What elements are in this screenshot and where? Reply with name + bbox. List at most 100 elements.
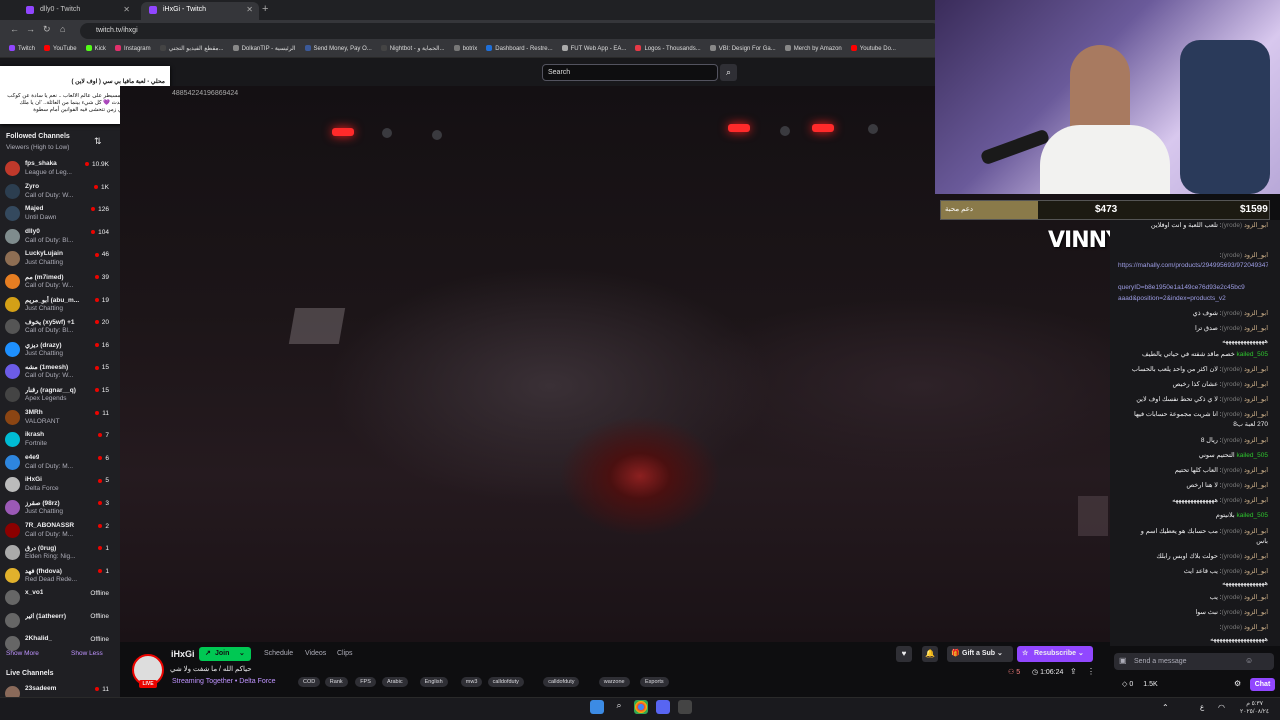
bookmark-item[interactable]: Send Money, Pay O... — [304, 42, 372, 57]
sidebar-channel-item[interactable]: رقنار (ragnar__q) Apex Legends 15 — [5, 384, 109, 406]
chat-link[interactable]: queryID=b8e1950e1a149ce76d93e2c45bc9 — [1118, 284, 1245, 291]
bookmark-item[interactable]: Kick — [85, 42, 106, 57]
bookmark-item[interactable]: YouTube — [44, 42, 77, 57]
close-tab-icon[interactable]: ✕ — [246, 2, 253, 18]
new-tab-button[interactable]: + — [262, 3, 268, 15]
reload-icon[interactable]: ↻ — [43, 24, 51, 35]
sidebar-channel-item[interactable]: dlly0 Call of Duty: Bl... 104 — [5, 226, 109, 248]
chevron-down-icon[interactable]: ⌄ — [239, 647, 245, 661]
chat-username[interactable]: أبو_الزود — [1244, 310, 1268, 317]
chat-username[interactable]: kailed_505 — [1237, 351, 1268, 358]
app-icon[interactable] — [678, 700, 692, 714]
chat-username[interactable]: أبو_الزود — [1244, 325, 1268, 332]
chat-link[interactable]: https://mahally.com/products/294995693/9… — [1118, 262, 1268, 269]
sidebar-channel-item[interactable]: مم (m7imed) Call of Duty: W... 39 — [5, 271, 109, 293]
sidebar-channel-item[interactable]: اثير (1atheerr) Offline — [5, 610, 109, 632]
bookmark-item[interactable]: DolkanTIP - الرئيسية — [232, 42, 296, 57]
chat-username[interactable]: أبو_الزود — [1244, 467, 1268, 474]
bookmark-item[interactable]: Nightbot - الحماية و... — [380, 42, 445, 57]
bookmark-item[interactable]: Dashboard - Restre... — [486, 42, 553, 57]
show-more-link[interactable]: Show More — [6, 650, 39, 657]
start-icon[interactable] — [590, 700, 604, 714]
stream-tag[interactable]: FPS — [355, 677, 376, 687]
tab-videos[interactable]: Videos — [305, 650, 326, 657]
stream-tag[interactable]: mw3 — [460, 677, 483, 687]
stream-tag[interactable]: English — [419, 677, 448, 687]
browser-tab-ihxgi[interactable]: iHxGi - Twitch ✕ — [141, 2, 259, 20]
send-chat-button[interactable]: Chat — [1250, 678, 1275, 691]
sidebar-channel-item[interactable]: Majed Until Dawn 126 — [5, 203, 109, 225]
home-icon[interactable]: ⌂ — [60, 24, 65, 34]
sidebar-channel-item[interactable]: أبو_مريم (abu_m... Just Chatting 19 — [5, 294, 109, 316]
share-icon[interactable]: ⇪ — [1070, 667, 1077, 676]
chat-username[interactable]: أبو_الزود — [1244, 411, 1268, 418]
sidebar-channel-item[interactable]: fps_shaka League of Leg... 10.9K — [5, 158, 109, 180]
chat-username[interactable]: أبو_الزود — [1244, 624, 1268, 631]
gift-sub-button[interactable]: 🎁 Gift a Sub ⌄ — [947, 646, 1013, 662]
stream-tag[interactable]: Rank — [324, 677, 348, 687]
chat-username[interactable]: أبو_الزود — [1244, 594, 1268, 601]
stream-tag[interactable]: calldofduty — [543, 677, 580, 687]
sidebar-channel-item[interactable]: مشه (1meesh) Call of Duty: W... 15 — [5, 361, 109, 383]
bell-icon[interactable]: 🔔 — [922, 646, 938, 662]
bookmark-item[interactable]: Youtube Do... — [850, 42, 896, 57]
heart-icon[interactable]: ♥ — [896, 646, 912, 662]
search-taskbar-icon[interactable]: ⌕ — [612, 700, 626, 714]
bookmark-item[interactable]: Twitch — [9, 42, 35, 57]
tab-clips[interactable]: Clips — [337, 650, 353, 657]
chat-username[interactable]: أبو_الزود — [1244, 528, 1268, 535]
stream-tag[interactable]: Esports — [640, 677, 669, 687]
sidebar-channel-item[interactable]: e4e9 Call of Duty: M... 6 — [5, 452, 109, 474]
chat-username[interactable]: أبو_الزود — [1244, 222, 1268, 229]
chat-username[interactable]: أبو_الزود — [1244, 381, 1268, 388]
chat-link[interactable]: aaad&position=2&index=products_v2 — [1118, 295, 1226, 302]
chat-username[interactable]: أبو_الزود — [1244, 437, 1268, 444]
chat-username[interactable]: kailed_505 — [1237, 512, 1268, 519]
bookmark-item[interactable]: Merch by Amazon — [784, 42, 842, 57]
stream-tag[interactable]: calldofduty — [487, 677, 524, 687]
bookmark-item[interactable]: Instagram — [114, 42, 151, 57]
streamer-name[interactable]: iHxGi — [171, 649, 195, 659]
tab-schedule[interactable]: Schedule — [264, 650, 293, 657]
sidebar-channel-item[interactable]: ikrash Fortnite 7 — [5, 429, 109, 451]
sidebar-channel-item[interactable]: LuckyLujain Just Chatting 46 — [5, 248, 109, 270]
back-icon[interactable]: ← — [10, 24, 19, 34]
forward-icon[interactable]: → — [26, 24, 35, 34]
chat-username[interactable]: أبو_الزود — [1244, 482, 1268, 489]
stream-tag[interactable]: warzone — [598, 677, 630, 687]
search-input[interactable]: Search — [542, 64, 718, 81]
chat-username[interactable]: أبو_الزود — [1244, 252, 1268, 259]
stream-category[interactable]: Streaming Together • Delta Force — [172, 678, 275, 685]
bookmark-item[interactable]: botrix — [453, 42, 477, 57]
chevron-up-icon[interactable]: ⌃ — [1162, 703, 1169, 712]
sidebar-channel-item[interactable]: x_vo1 Offline — [5, 587, 109, 609]
bits-icon[interactable]: ▣ — [1119, 656, 1127, 665]
chat-username[interactable]: أبو_الزود — [1244, 366, 1268, 373]
bookmark-item[interactable]: FUT Web App - EA... — [561, 42, 626, 57]
sort-icon[interactable]: ⇅ — [94, 136, 102, 147]
chat-username[interactable]: أبو_الزود — [1244, 396, 1268, 403]
sidebar-channel-item[interactable]: فهد (fhdova) Red Dead Rede... 1 — [5, 565, 109, 587]
chat-username[interactable]: kailed_505 — [1237, 452, 1268, 459]
channel-points[interactable]: ◇ 0 1.5K — [1122, 680, 1158, 688]
chat-username[interactable]: أبو_الزود — [1244, 609, 1268, 616]
language-indicator[interactable]: ع — [1200, 703, 1204, 711]
bookmark-item[interactable]: مقطع الفيديو التجني... — [159, 42, 224, 57]
sidebar-channel-item[interactable]: 7R_ABONASSR Call of Duty: M... 2 — [5, 520, 109, 542]
resubscribe-button[interactable]: ☆ Resubscribe ⌄ — [1017, 646, 1093, 662]
chat-username[interactable]: أبو_الزود — [1244, 568, 1268, 575]
stream-tag[interactable]: Arabic — [382, 677, 408, 687]
sidebar-channel-item[interactable]: Zyro Call of Duty: W... 1K — [5, 181, 109, 203]
show-less-link[interactable]: Show Less — [71, 650, 103, 657]
bookmark-item[interactable]: VBI: Design For Ga... — [709, 42, 776, 57]
search-icon[interactable]: ⌕ — [720, 64, 737, 81]
chrome-icon[interactable] — [634, 700, 648, 714]
system-clock[interactable]: ٥:٣٧ م ٢٠٢٥/٠٨/٢٤ — [1240, 700, 1269, 716]
sidebar-channel-item[interactable]: iHxGi Delta Force 5 — [5, 474, 109, 496]
sidebar-channel-item[interactable]: درق (0rug) Elden Ring: Nig... 1 — [5, 542, 109, 564]
wifi-icon[interactable]: ◠ — [1218, 703, 1225, 712]
emote-icon[interactable]: ☺ — [1245, 656, 1253, 665]
sidebar-channel-item[interactable]: ديزي (drazy) Just Chatting 16 — [5, 339, 109, 361]
bookmark-item[interactable]: Logos - Thousands... — [635, 42, 701, 57]
chat-username[interactable]: أبو_الزود — [1244, 553, 1268, 560]
